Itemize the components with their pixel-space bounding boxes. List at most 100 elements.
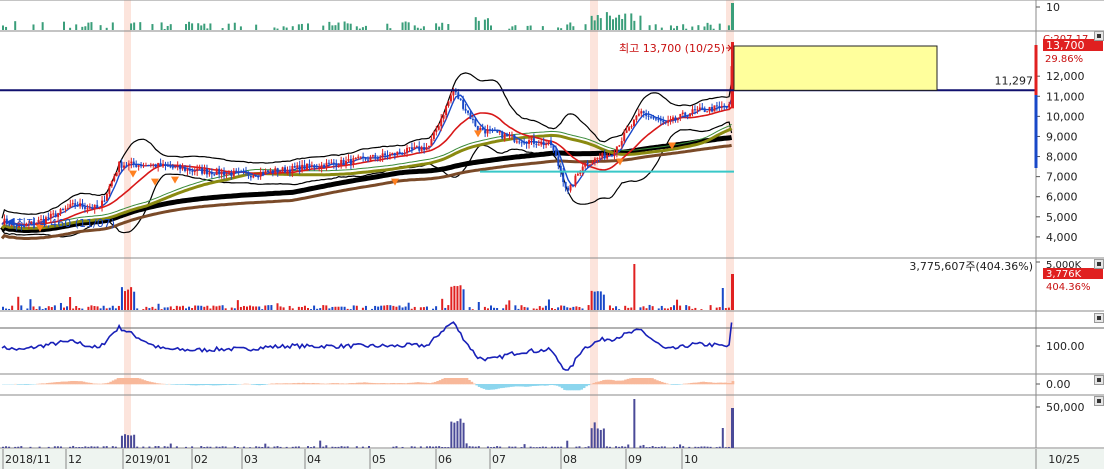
- volume-bar: [255, 306, 257, 310]
- volume-bar: [597, 291, 599, 310]
- macd-bar: [578, 384, 581, 390]
- candle-body: [552, 145, 554, 150]
- top-panel-bar: [484, 20, 486, 30]
- top-panel-bar: [203, 24, 205, 30]
- top-panel-bar: [612, 19, 614, 30]
- macd-bar: [300, 383, 303, 384]
- candle-body: [611, 155, 613, 156]
- volume-bar: [664, 308, 666, 310]
- macd-bar: [412, 383, 415, 385]
- bottom-panel-bar: [460, 419, 462, 448]
- bottom-panel-bar: [578, 446, 580, 448]
- macd-bar: [600, 381, 603, 384]
- macd-bar: [697, 382, 700, 384]
- candle-body: [316, 168, 318, 169]
- candle-body: [335, 164, 337, 167]
- macd-bar: [185, 384, 188, 385]
- panel-scroll-button-volume[interactable]: [1094, 259, 1104, 269]
- candle-body: [589, 165, 591, 166]
- candle-body: [60, 209, 62, 213]
- macd-bar: [383, 383, 386, 384]
- panel-scroll-button-price[interactable]: [1094, 31, 1104, 41]
- macd-bar: [151, 382, 154, 384]
- volume-bar: [26, 308, 28, 310]
- panel-scroll-button-macd[interactable]: [1094, 375, 1104, 385]
- macd-bar: [602, 380, 605, 384]
- macd-bar: [500, 384, 503, 388]
- top-panel-bar: [298, 24, 300, 30]
- macd-bar: [451, 378, 454, 384]
- candle-body: [172, 167, 174, 168]
- volume-bar: [591, 291, 593, 310]
- candle-body: [216, 169, 218, 175]
- candle-body: [130, 162, 132, 164]
- candle-body: [418, 146, 420, 151]
- candle-body: [221, 172, 223, 175]
- macd-bar: [510, 384, 513, 387]
- candle-body: [687, 116, 689, 117]
- macd-bar: [580, 384, 583, 390]
- top-panel-bar: [594, 20, 596, 30]
- macd-bar: [219, 384, 222, 385]
- bottom-panel-bar: [420, 446, 422, 448]
- volume-bar: [594, 292, 596, 310]
- candle-body: [672, 117, 674, 119]
- candle-body: [155, 164, 157, 167]
- candle-body: [487, 129, 489, 133]
- macd-bar: [280, 383, 283, 384]
- bottom-panel-bar: [591, 428, 593, 448]
- bottom-panel-bar: [127, 435, 129, 448]
- macd-bar: [353, 383, 356, 384]
- top-panel-bar: [731, 3, 734, 30]
- bottom-panel-bar: [453, 423, 455, 448]
- top-panel-bar: [170, 24, 172, 30]
- panel-scroll-button-oscillator[interactable]: [1094, 313, 1104, 323]
- bottom-panel-bar: [414, 447, 416, 448]
- candle-body: [186, 169, 188, 171]
- macd-bar: [546, 384, 549, 386]
- bottom-panel-bar: [310, 447, 312, 448]
- macd-bar: [302, 383, 305, 385]
- volume-bar: [301, 307, 303, 310]
- candle-body: [462, 100, 464, 109]
- volume-bar: [496, 308, 498, 310]
- candle-body: [133, 162, 135, 165]
- bottom-panel-bar: [463, 423, 465, 448]
- price-axis-label: 8,000: [1046, 151, 1078, 164]
- volume-bar: [45, 308, 47, 310]
- macd-bar: [517, 384, 520, 386]
- price-axis-label: 7,000: [1046, 171, 1078, 184]
- candle-body: [413, 147, 415, 149]
- volume-bar: [36, 309, 38, 310]
- macd-bar: [673, 384, 676, 385]
- candle-body: [362, 157, 364, 158]
- candle-body: [308, 164, 310, 167]
- macd-bar: [314, 383, 317, 384]
- top-panel-bar: [441, 23, 443, 30]
- candle-body: [196, 169, 198, 172]
- volume-bar: [209, 309, 211, 310]
- macd-bar: [466, 378, 469, 384]
- candle-body: [494, 130, 496, 131]
- macd-bar: [295, 383, 298, 384]
- macd-bar: [539, 384, 542, 386]
- top-panel-bar: [618, 15, 620, 30]
- bottom-panel-bar: [496, 446, 498, 448]
- bottom-panel-bar: [429, 446, 431, 448]
- macd-bar: [536, 384, 539, 386]
- chart-canvas[interactable]: 12,00011,00010,0009,0008,0007,0006,0005,…: [0, 0, 1104, 469]
- panel-scroll-button-bottom[interactable]: [1094, 396, 1104, 406]
- candle-body: [72, 203, 74, 204]
- volume-bar: [316, 309, 318, 310]
- candle-body: [340, 160, 342, 166]
- bottom-panel-bar: [575, 447, 577, 448]
- volume-bar: [447, 305, 449, 310]
- macd-bar: [319, 383, 322, 384]
- macd-bar: [70, 381, 73, 384]
- stock-chart[interactable]: 12,00011,00010,0009,0008,0007,0006,0005,…: [0, 0, 1104, 469]
- candle-body: [233, 171, 235, 176]
- volume-bar: [11, 306, 13, 310]
- volume-bar: [463, 289, 465, 310]
- volume-bar: [408, 303, 410, 310]
- candle-body: [238, 171, 240, 172]
